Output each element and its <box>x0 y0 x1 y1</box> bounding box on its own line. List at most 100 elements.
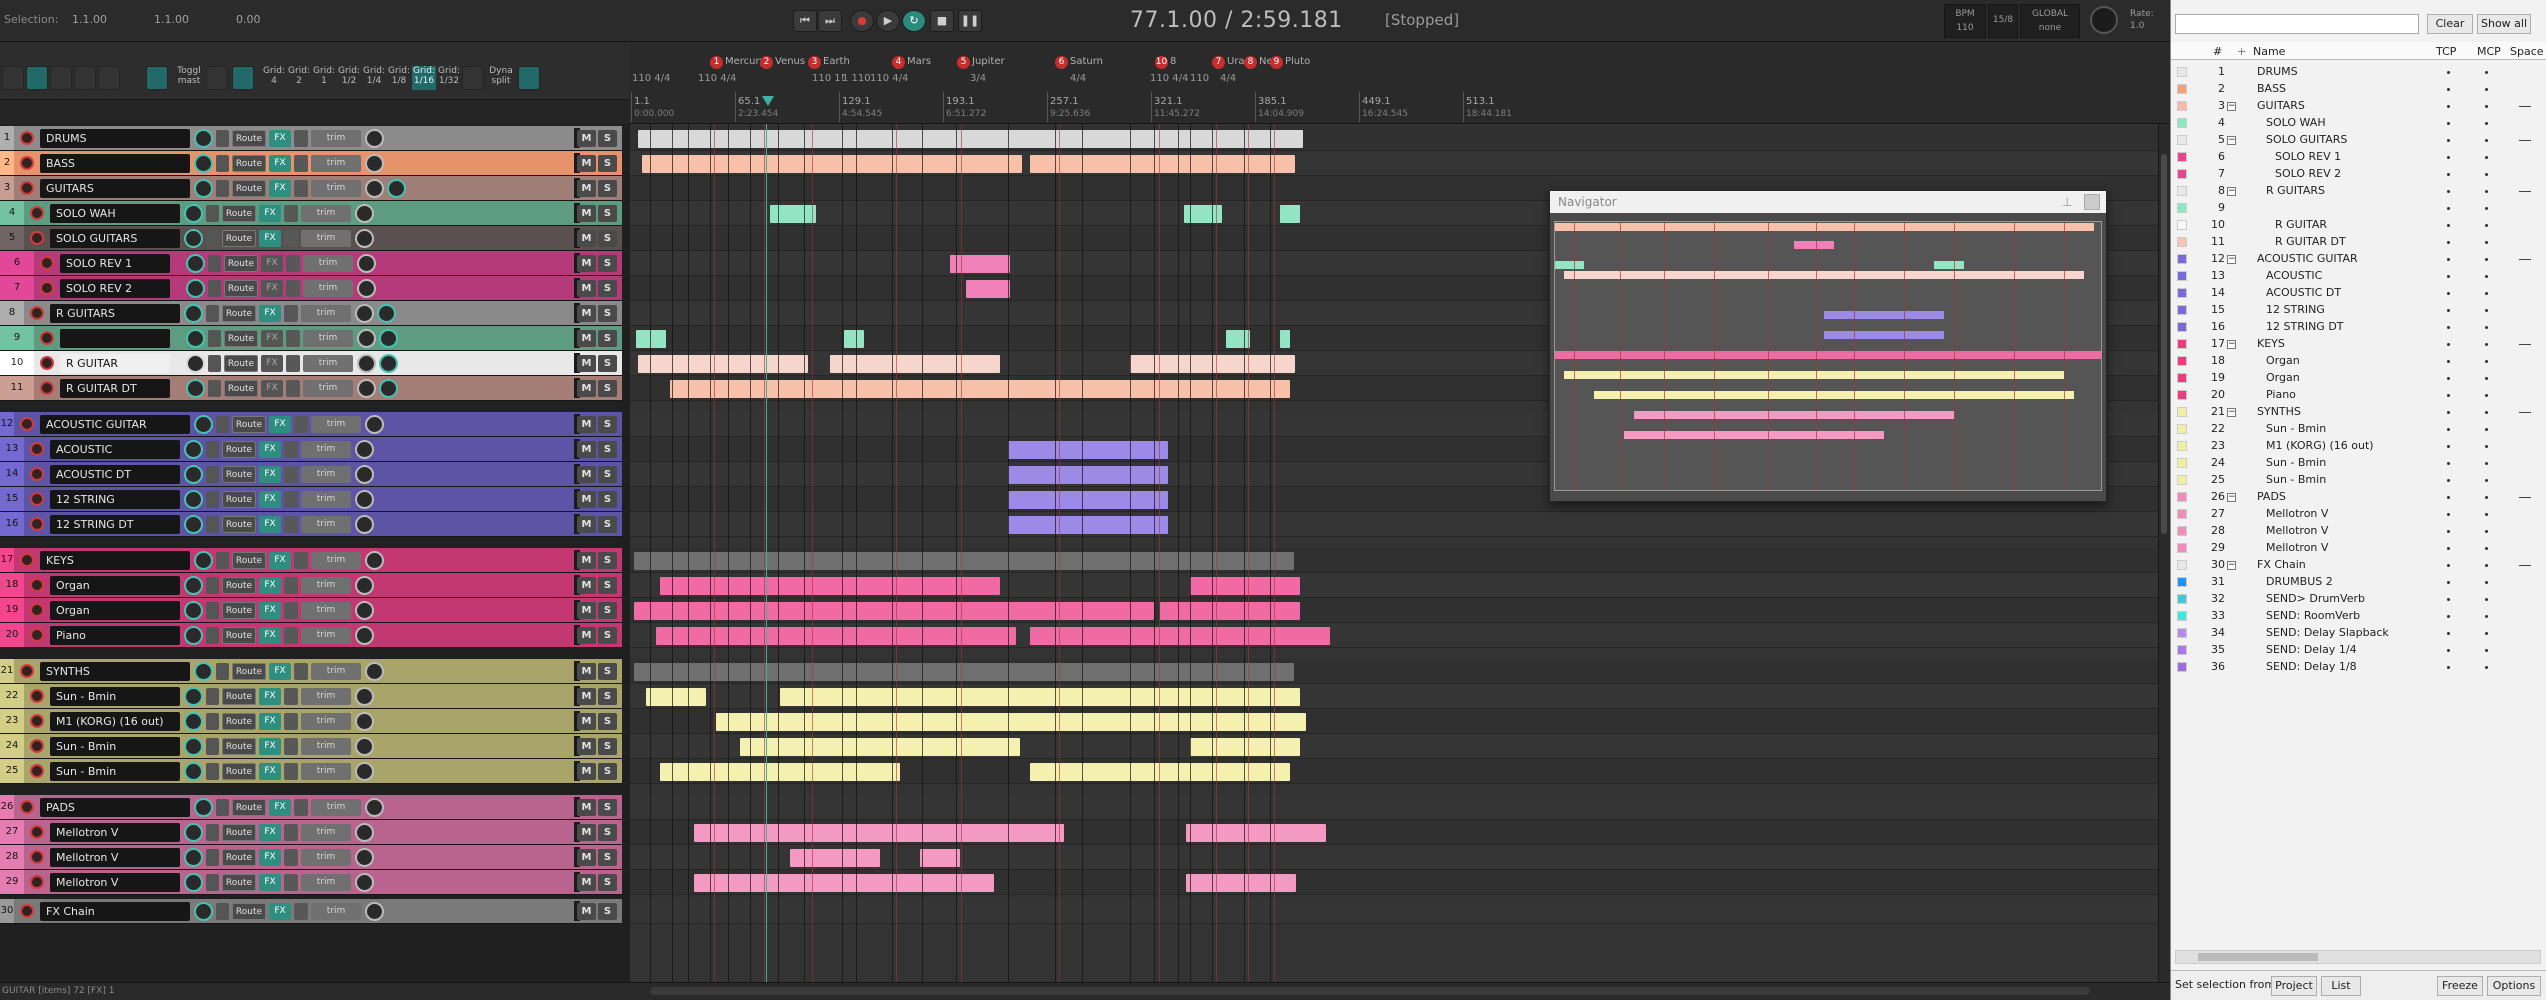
trim-envelope-button[interactable]: trim <box>311 799 361 816</box>
mcp-visible-icon[interactable] <box>2485 275 2488 278</box>
io-icon[interactable] <box>206 713 219 730</box>
playrate-knob[interactable] <box>2090 6 2118 34</box>
io-icon[interactable] <box>206 763 219 780</box>
volume-knob[interactable] <box>184 823 203 842</box>
rate-box[interactable]: Rate: 1.0 <box>2130 8 2154 32</box>
route-button[interactable]: Route <box>222 738 256 755</box>
io-icon[interactable] <box>206 577 219 594</box>
tcp-visible-icon[interactable] <box>2447 224 2450 227</box>
width-knob[interactable] <box>387 179 406 198</box>
trim-envelope-button[interactable]: trim <box>301 205 351 222</box>
pan-knob[interactable] <box>355 576 374 595</box>
track-color-swatch[interactable] <box>2177 526 2187 536</box>
pan-knob[interactable] <box>357 329 376 348</box>
solo-button[interactable]: S <box>598 155 617 172</box>
record-arm-icon[interactable] <box>30 764 44 778</box>
col-folder[interactable]: + <box>2237 45 2246 58</box>
pan-knob[interactable] <box>355 848 374 867</box>
record-arm-icon[interactable] <box>20 553 34 567</box>
trim-envelope-button[interactable]: trim <box>311 130 361 147</box>
track-row[interactable]: 17 KEYS Route FX trim M S <box>0 548 622 573</box>
media-item[interactable] <box>1226 330 1250 348</box>
track-name[interactable]: 12 STRING <box>50 490 180 509</box>
track-name[interactable]: R GUITARS <box>50 304 180 323</box>
mute-button[interactable]: M <box>577 355 596 372</box>
track-color-swatch[interactable] <box>2177 543 2187 553</box>
solo-button[interactable]: S <box>598 130 617 147</box>
solo-button[interactable]: S <box>598 416 617 433</box>
track-name[interactable]: 12 STRING DT <box>50 515 180 534</box>
track-manager-name[interactable]: Mellotron V <box>2266 506 2328 522</box>
tcp-visible-icon[interactable] <box>2447 377 2450 380</box>
track-row[interactable]: 16 12 STRING DT Route FX trim M S <box>0 512 622 537</box>
lock-icon[interactable] <box>206 66 228 90</box>
record-arm-icon[interactable] <box>30 875 44 889</box>
mcp-visible-icon[interactable] <box>2485 462 2488 465</box>
selection-length[interactable]: 0.00 <box>236 13 261 26</box>
fx-button[interactable]: FX <box>259 205 281 222</box>
tcp-visible-icon[interactable] <box>2447 241 2450 244</box>
vertical-scrollbar[interactable] <box>2158 124 2170 982</box>
mute-button[interactable]: M <box>577 903 596 920</box>
trim-envelope-button[interactable]: trim <box>311 180 361 197</box>
route-button[interactable]: Route <box>222 688 256 705</box>
io-icon[interactable] <box>216 552 229 569</box>
media-item[interactable] <box>1030 763 1290 781</box>
volume-knob[interactable] <box>184 515 203 534</box>
phase-icon[interactable] <box>284 491 298 508</box>
mute-button[interactable]: M <box>577 602 596 619</box>
fx-button[interactable]: FX <box>269 130 291 147</box>
navigator-title[interactable]: Navigator <box>1550 191 2106 213</box>
phase-icon[interactable] <box>284 688 298 705</box>
pan-knob[interactable] <box>357 354 376 373</box>
track-manager-name[interactable]: Organ <box>2266 370 2300 386</box>
solo-button[interactable]: S <box>598 663 617 680</box>
toolbar-edit-mode-icon[interactable] <box>26 66 48 90</box>
toolbar-lock-icon[interactable] <box>74 66 96 90</box>
record-arm-icon[interactable] <box>40 331 54 345</box>
track-row[interactable]: 23 M1 (KORG) (16 out) Route FX trim M S <box>0 709 622 734</box>
mute-button[interactable]: M <box>577 516 596 533</box>
pan-knob[interactable] <box>355 823 374 842</box>
mcp-visible-icon[interactable] <box>2485 224 2488 227</box>
media-item[interactable] <box>660 577 1000 595</box>
track-manager-row[interactable]: 34 SEND: Delay Slapback <box>2171 625 2541 642</box>
tcp-visible-icon[interactable] <box>2447 122 2450 125</box>
tcp-visible-icon[interactable] <box>2447 360 2450 363</box>
mute-button[interactable]: M <box>577 799 596 816</box>
record-arm-icon[interactable] <box>20 664 34 678</box>
phase-icon[interactable] <box>284 713 298 730</box>
fx-button[interactable]: FX <box>259 577 281 594</box>
fx-button[interactable]: FX <box>259 874 281 891</box>
mcp-visible-icon[interactable] <box>2485 615 2488 618</box>
mute-button[interactable]: M <box>577 180 596 197</box>
route-button[interactable]: Route <box>222 602 256 619</box>
mcp-visible-icon[interactable] <box>2485 71 2488 74</box>
media-item[interactable] <box>1030 627 1330 645</box>
route-button[interactable]: Route <box>222 516 256 533</box>
track-manager-row[interactable]: 12− ACOUSTIC GUITAR <box>2171 251 2541 268</box>
mute-button[interactable]: M <box>577 713 596 730</box>
trim-envelope-button[interactable]: trim <box>301 688 351 705</box>
trim-envelope-button[interactable]: trim <box>301 491 351 508</box>
timesig-marker[interactable]: 110 <box>1190 73 1209 84</box>
route-button[interactable]: Route <box>222 305 256 322</box>
track-manager-row[interactable]: 15 12 STRING <box>2171 302 2541 319</box>
phase-icon[interactable] <box>284 627 298 644</box>
phase-icon[interactable] <box>294 903 308 920</box>
route-button[interactable]: Route <box>222 205 256 222</box>
tcp-visible-icon[interactable] <box>2447 462 2450 465</box>
track-manager-name[interactable]: SEND: Delay 1/8 <box>2266 659 2357 675</box>
fx-button[interactable]: FX <box>269 155 291 172</box>
solo-button[interactable]: S <box>598 180 617 197</box>
folder-toggle-icon[interactable]: − <box>2227 136 2236 145</box>
volume-knob[interactable] <box>184 687 203 706</box>
mcp-visible-icon[interactable] <box>2485 377 2488 380</box>
solo-button[interactable]: S <box>598 552 617 569</box>
track-manager-name[interactable]: M1 (KORG) (16 out) <box>2266 438 2374 454</box>
record-arm-icon[interactable] <box>30 578 44 592</box>
mute-button[interactable]: M <box>577 824 596 841</box>
solo-button[interactable]: S <box>598 577 617 594</box>
track-manager-row[interactable]: 4 SOLO WAH <box>2171 115 2541 132</box>
horizontal-scrollbar[interactable] <box>650 987 2090 995</box>
